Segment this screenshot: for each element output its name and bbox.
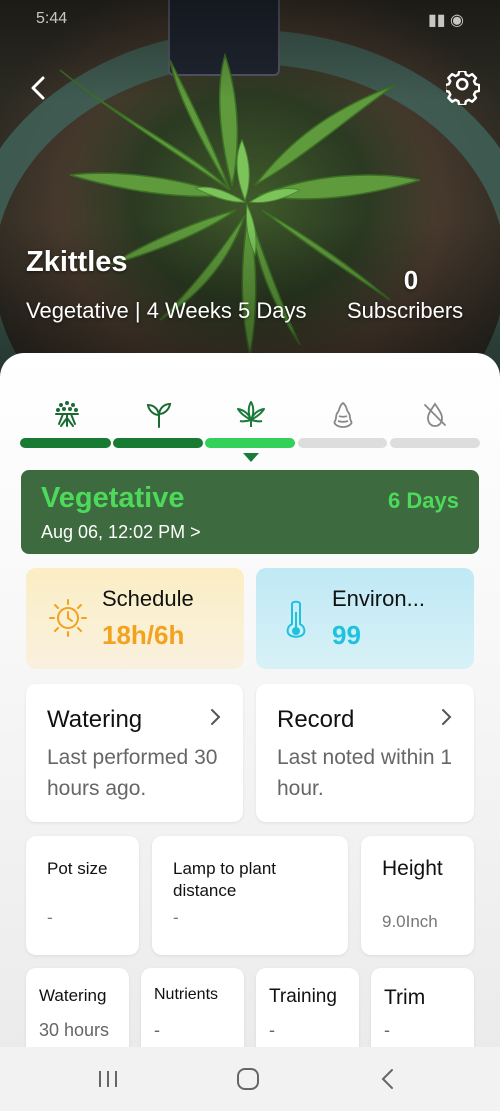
gear-icon [446, 71, 480, 105]
germination-icon[interactable] [52, 400, 82, 430]
thermometer-icon [286, 600, 306, 638]
activity-value: - [154, 1020, 160, 1040]
activity-value: - [384, 1020, 390, 1040]
chevron-right-icon [442, 709, 452, 725]
lamp-distance-card[interactable]: Lamp to plant distance - [152, 836, 348, 955]
recent-apps-icon [99, 1071, 117, 1087]
pot-size-value: - [47, 908, 53, 927]
record-card[interactable]: Record Last noted within 1 hour. [256, 684, 474, 822]
pot-size-label: Pot size [47, 859, 108, 878]
record-subtitle: Last noted within 1 hour. [277, 746, 453, 800]
height-label: Height [382, 857, 443, 880]
schedule-value: 18h/6h [102, 620, 185, 650]
record-title: Record [277, 706, 355, 733]
stage-progress [20, 438, 480, 448]
back-arrow-icon [381, 1069, 393, 1089]
plant-name: Zkittles [26, 246, 128, 278]
back-button[interactable] [20, 70, 56, 106]
stage-bar-seedling [113, 438, 203, 448]
activity-label: Nutrients [154, 986, 219, 1003]
plant-photo: 5:44 ▮▮ ◉ [0, 0, 500, 400]
chevron-right-icon [211, 709, 221, 725]
watering-card[interactable]: Watering Last performed 30 hours ago. [26, 684, 243, 822]
current-stage-days: 6 Days [388, 488, 459, 513]
subscribers-label[interactable]: Subscribers [347, 298, 463, 324]
vegetative-icon[interactable] [236, 400, 266, 430]
harvest-icon[interactable] [420, 400, 450, 430]
home-button[interactable] [228, 1063, 268, 1095]
home-icon [237, 1068, 259, 1090]
subscribers-count[interactable]: 0 [396, 265, 426, 296]
status-icons: ▮▮ ◉ [427, 12, 464, 29]
schedule-title: Schedule [102, 586, 194, 611]
stage-bar-vegetative [205, 438, 295, 448]
activity-label: Trim [384, 986, 426, 1009]
current-stage-date[interactable]: Aug 06, 12:02 PM > [41, 522, 201, 543]
current-stage-card[interactable]: Vegetative Aug 06, 12:02 PM > 6 Days [21, 470, 479, 554]
recent-apps-button[interactable] [88, 1063, 128, 1095]
schedule-card[interactable]: Schedule 18h/6h [26, 568, 244, 669]
stage-icons [0, 400, 500, 430]
activity-value: - [269, 1020, 275, 1040]
plant-stage-summary: Vegetative | 4 Weeks 5 Days [26, 298, 307, 323]
activity-label: Training [269, 986, 337, 1007]
seedling-icon[interactable] [144, 400, 174, 430]
current-stage-pointer [243, 453, 259, 462]
status-bar: 5:44 ▮▮ ◉ [0, 0, 500, 34]
status-time: 5:44 [36, 10, 68, 27]
pot-size-card[interactable]: Pot size - [26, 836, 139, 955]
chevron-left-icon [31, 76, 45, 100]
environment-title: Environ... [332, 586, 425, 611]
activity-value: 30 hours [39, 1020, 110, 1040]
sun-clock-icon [49, 599, 87, 637]
activity-label: Watering [39, 986, 107, 1005]
height-card[interactable]: Height 9.0Inch [361, 836, 474, 955]
lamp-distance-label: Lamp to plant distance [173, 859, 277, 900]
watering-subtitle: Last performed 30 hours ago. [47, 746, 218, 800]
system-nav-bar [0, 1047, 500, 1111]
flowering-icon[interactable] [328, 400, 358, 430]
current-stage-title: Vegetative [41, 482, 185, 514]
lamp-distance-value: - [173, 908, 179, 927]
stage-bar-harvest [390, 438, 480, 448]
watering-title: Watering [47, 706, 143, 733]
height-value: 9.0Inch [382, 912, 438, 931]
stage-bar-flowering [298, 438, 387, 448]
environment-value: 99 [332, 620, 361, 650]
stage-bar-germination [20, 438, 111, 448]
settings-button[interactable] [443, 68, 483, 108]
environment-card[interactable]: Environ... 99 [256, 568, 474, 669]
system-back-button[interactable] [368, 1063, 408, 1095]
